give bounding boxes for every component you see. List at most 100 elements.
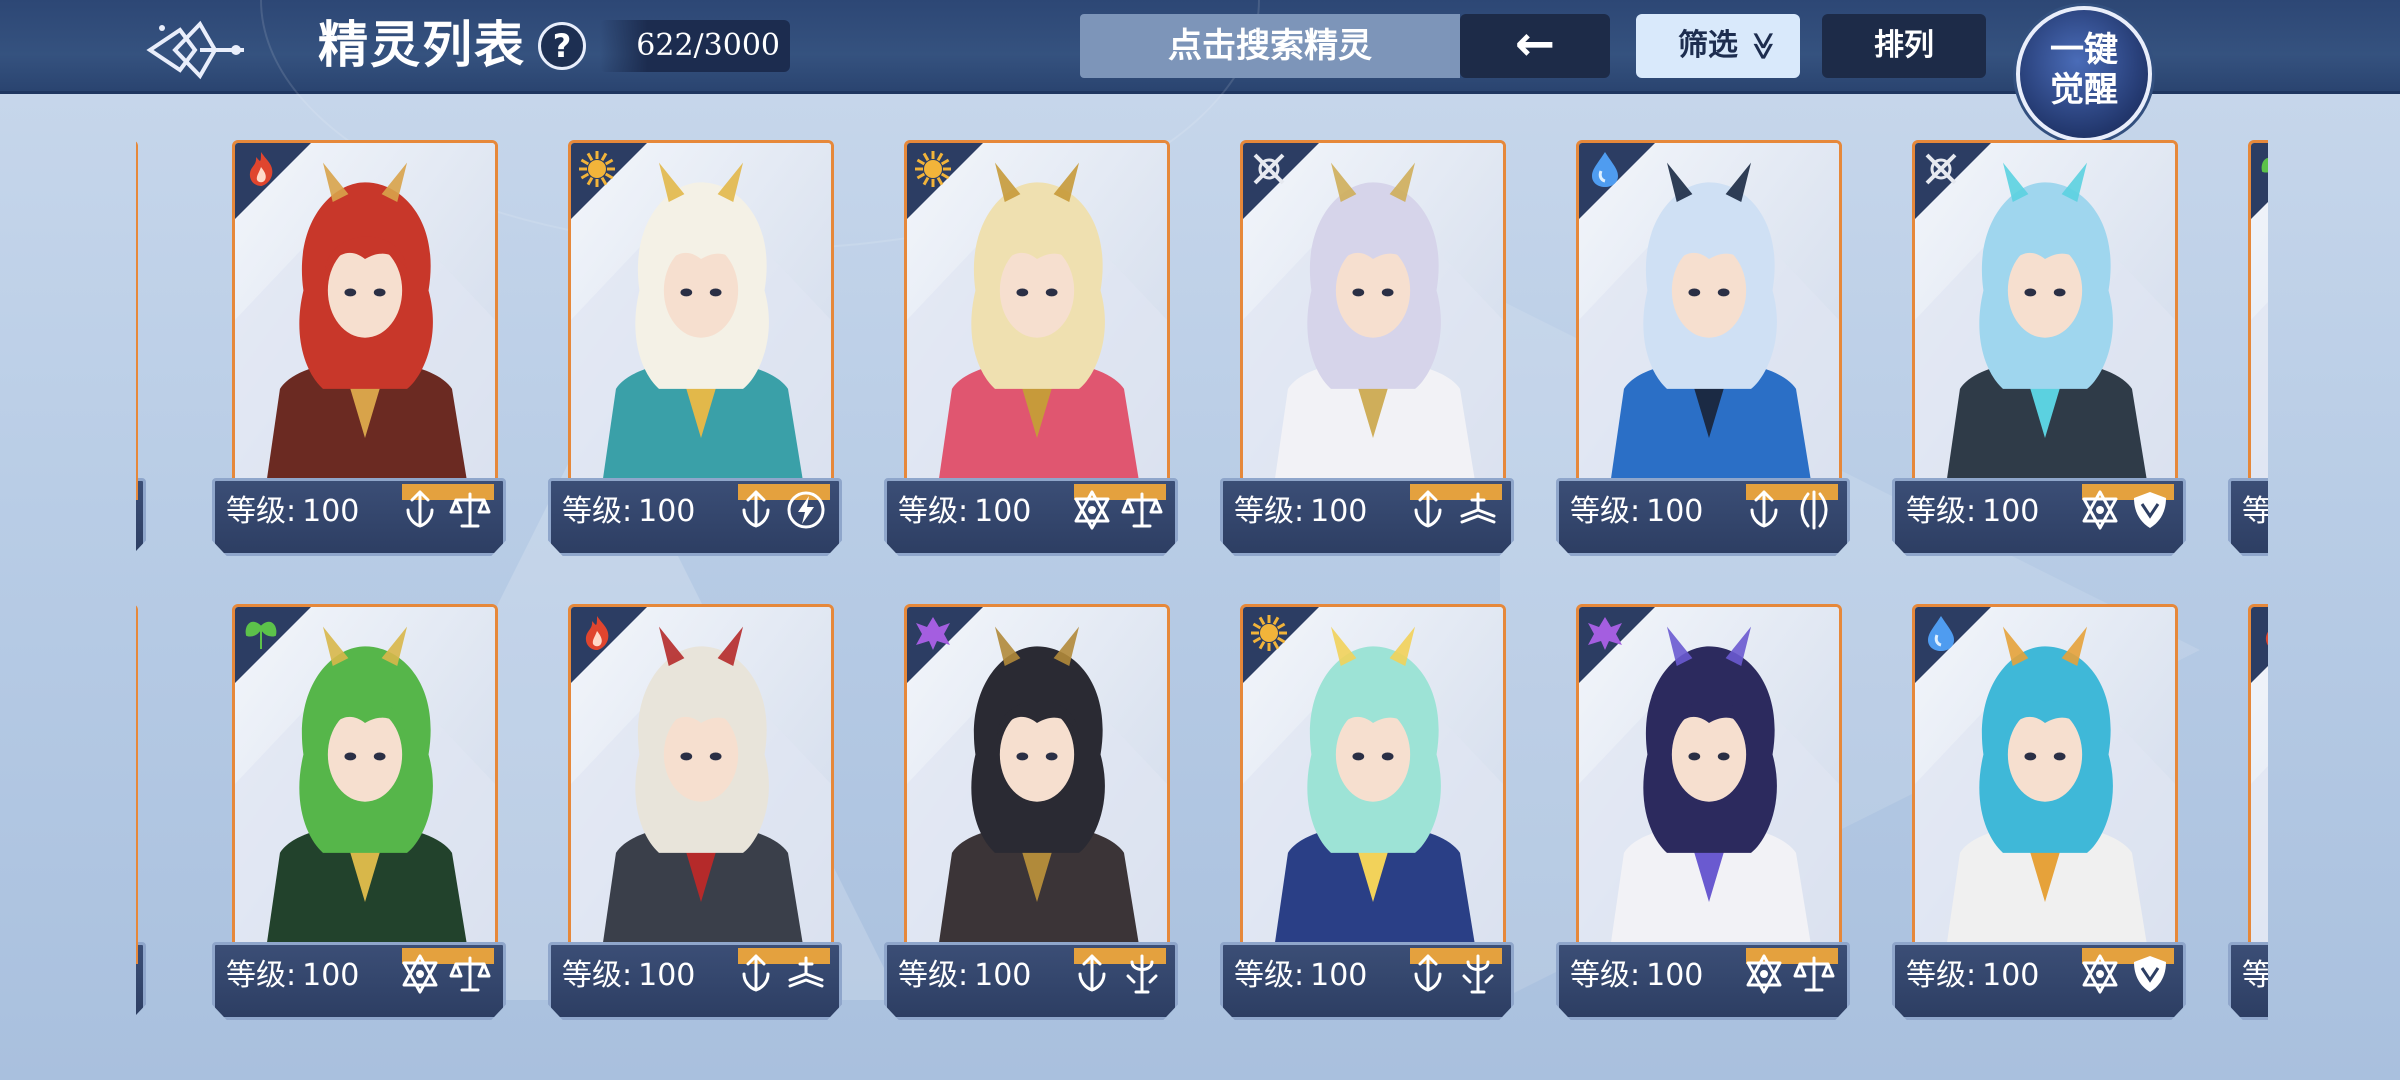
level-text: 等级: 100	[898, 482, 1031, 542]
level-value: 100	[1310, 958, 1368, 993]
spirit-card[interactable]: 等级: 100	[212, 596, 506, 1020]
help-button[interactable]: ?	[538, 22, 586, 70]
card-frame	[904, 140, 1170, 500]
light-element-icon	[1251, 615, 1287, 651]
filter-label: 筛选	[1678, 28, 1738, 63]
level-label: 等级:	[1570, 494, 1641, 529]
spirit-card-partial[interactable]	[136, 132, 146, 556]
wind-element-icon	[1253, 153, 1285, 185]
balance-role-icon	[1793, 956, 1835, 992]
level-label: 等级:	[226, 494, 297, 529]
level-text: 等级: 100	[1234, 946, 1367, 1006]
fire-element-icon	[2265, 631, 2268, 646]
level-label: 等级:	[1906, 494, 1977, 529]
level-text: 等级: 100	[562, 482, 695, 542]
balance-role-icon	[449, 492, 491, 528]
back-button[interactable]: ←	[1460, 14, 1610, 78]
card-frame	[568, 140, 834, 500]
card-frame	[1912, 604, 2178, 964]
card-frame	[232, 604, 498, 964]
level-label: 等级:	[898, 494, 969, 529]
dark-element-icon	[916, 617, 950, 650]
level-text: 等级: 100	[1906, 946, 2039, 1006]
spirit-card[interactable]: 等级: 100	[548, 132, 842, 556]
level-value: 100	[1646, 494, 1704, 529]
level-label: 等级:	[1906, 958, 1977, 993]
level-text: 等级: 100	[226, 946, 359, 1006]
level-text: 等级: 100	[226, 482, 359, 542]
sort-button[interactable]: 排列	[1822, 14, 1986, 78]
level-value: 100	[638, 958, 696, 993]
spirit-emblem-icon	[146, 20, 244, 80]
one-click-awaken-button[interactable]: 一键 觉醒	[2016, 6, 2152, 142]
spirit-card[interactable]: 等级: 100	[212, 132, 506, 556]
fire-element-icon	[249, 152, 273, 186]
book-role-icon	[788, 956, 824, 988]
level-text: 等级: 100	[1234, 482, 1367, 542]
sword-role-icon	[1414, 490, 1442, 528]
spirit-card-partial[interactable]: 等	[2228, 132, 2268, 556]
star-role-icon	[2082, 490, 2118, 530]
level-value: 100	[302, 494, 360, 529]
grass-element-icon	[245, 621, 277, 649]
balance-role-icon	[1121, 492, 1163, 528]
card-frame	[2248, 140, 2268, 500]
level-value: 100	[974, 958, 1032, 993]
star-role-icon	[1746, 954, 1782, 994]
spirit-card[interactable]: 等级: 100	[1220, 132, 1514, 556]
light-element-icon	[579, 151, 615, 187]
spirit-card-partial[interactable]: 等	[2228, 596, 2268, 1020]
sword-role-icon	[1750, 490, 1778, 528]
level-label: 等级:	[562, 958, 633, 993]
light-element-icon	[915, 151, 951, 187]
card-frame	[1576, 140, 1842, 500]
level-label: 等级:	[1234, 494, 1305, 529]
spirit-count: 622/3000	[600, 20, 790, 72]
search-input[interactable]: 点击搜索精灵	[1080, 14, 1460, 78]
level-label: 等级:	[226, 958, 297, 993]
level-text: 等	[2242, 494, 2268, 529]
spirit-card[interactable]: 等级: 100	[884, 132, 1178, 556]
staff-role-icon	[1462, 954, 1494, 994]
spirit-card[interactable]: 等级: 100	[1556, 596, 1850, 1020]
level-value: 100	[974, 494, 1032, 529]
shield-role-icon	[2134, 956, 2166, 992]
star-role-icon	[402, 954, 438, 994]
sword-role-icon	[1078, 954, 1106, 992]
spirit-card-partial[interactable]	[136, 596, 146, 1020]
card-frame	[2248, 604, 2268, 964]
spirit-card[interactable]: 等级: 100	[1892, 596, 2186, 1020]
sword-role-icon	[742, 954, 770, 992]
filter-button[interactable]: 筛选 ≫	[1636, 14, 1800, 78]
level-value: 100	[1982, 494, 2040, 529]
level-label: 等级:	[562, 494, 633, 529]
wind-element-icon	[1925, 153, 1957, 185]
level-label: 等级:	[1570, 958, 1641, 993]
spirit-card[interactable]: 等级: 100	[1556, 132, 1850, 556]
sword-role-icon	[742, 490, 770, 528]
dark-element-icon	[1588, 617, 1622, 650]
book-role-icon	[1460, 492, 1496, 524]
level-value: 100	[1310, 494, 1368, 529]
level-text: 等级: 100	[898, 946, 1031, 1006]
spirit-card[interactable]: 等级: 100	[884, 596, 1178, 1020]
spirit-card[interactable]: 等级: 100	[548, 596, 842, 1020]
level-text: 等级: 100	[562, 946, 695, 1006]
card-frame	[136, 140, 138, 500]
card-frame	[568, 604, 834, 964]
back-arrow-icon: ←	[1514, 16, 1556, 72]
water-element-icon	[1928, 616, 1954, 651]
level-text: 等级: 100	[1570, 946, 1703, 1006]
balance-role-icon	[449, 956, 491, 992]
grass-element-icon	[2261, 158, 2268, 173]
page-title: 精灵列表	[318, 16, 526, 74]
chevron-down-icon: ≫	[1747, 31, 1781, 61]
card-frame	[1576, 604, 1842, 964]
star-role-icon	[2082, 954, 2118, 994]
spirit-card[interactable]: 等级: 100	[1892, 132, 2186, 556]
card-frame	[1240, 604, 1506, 964]
staff-role-icon	[1126, 954, 1158, 994]
spirit-grid[interactable]: 等级: 100 等级: 100 等级: 100 等级: 100 等级: 100 等级: 100 等级: 1…	[136, 132, 2268, 1032]
level-value: 100	[1646, 958, 1704, 993]
spirit-card[interactable]: 等级: 100	[1220, 596, 1514, 1020]
